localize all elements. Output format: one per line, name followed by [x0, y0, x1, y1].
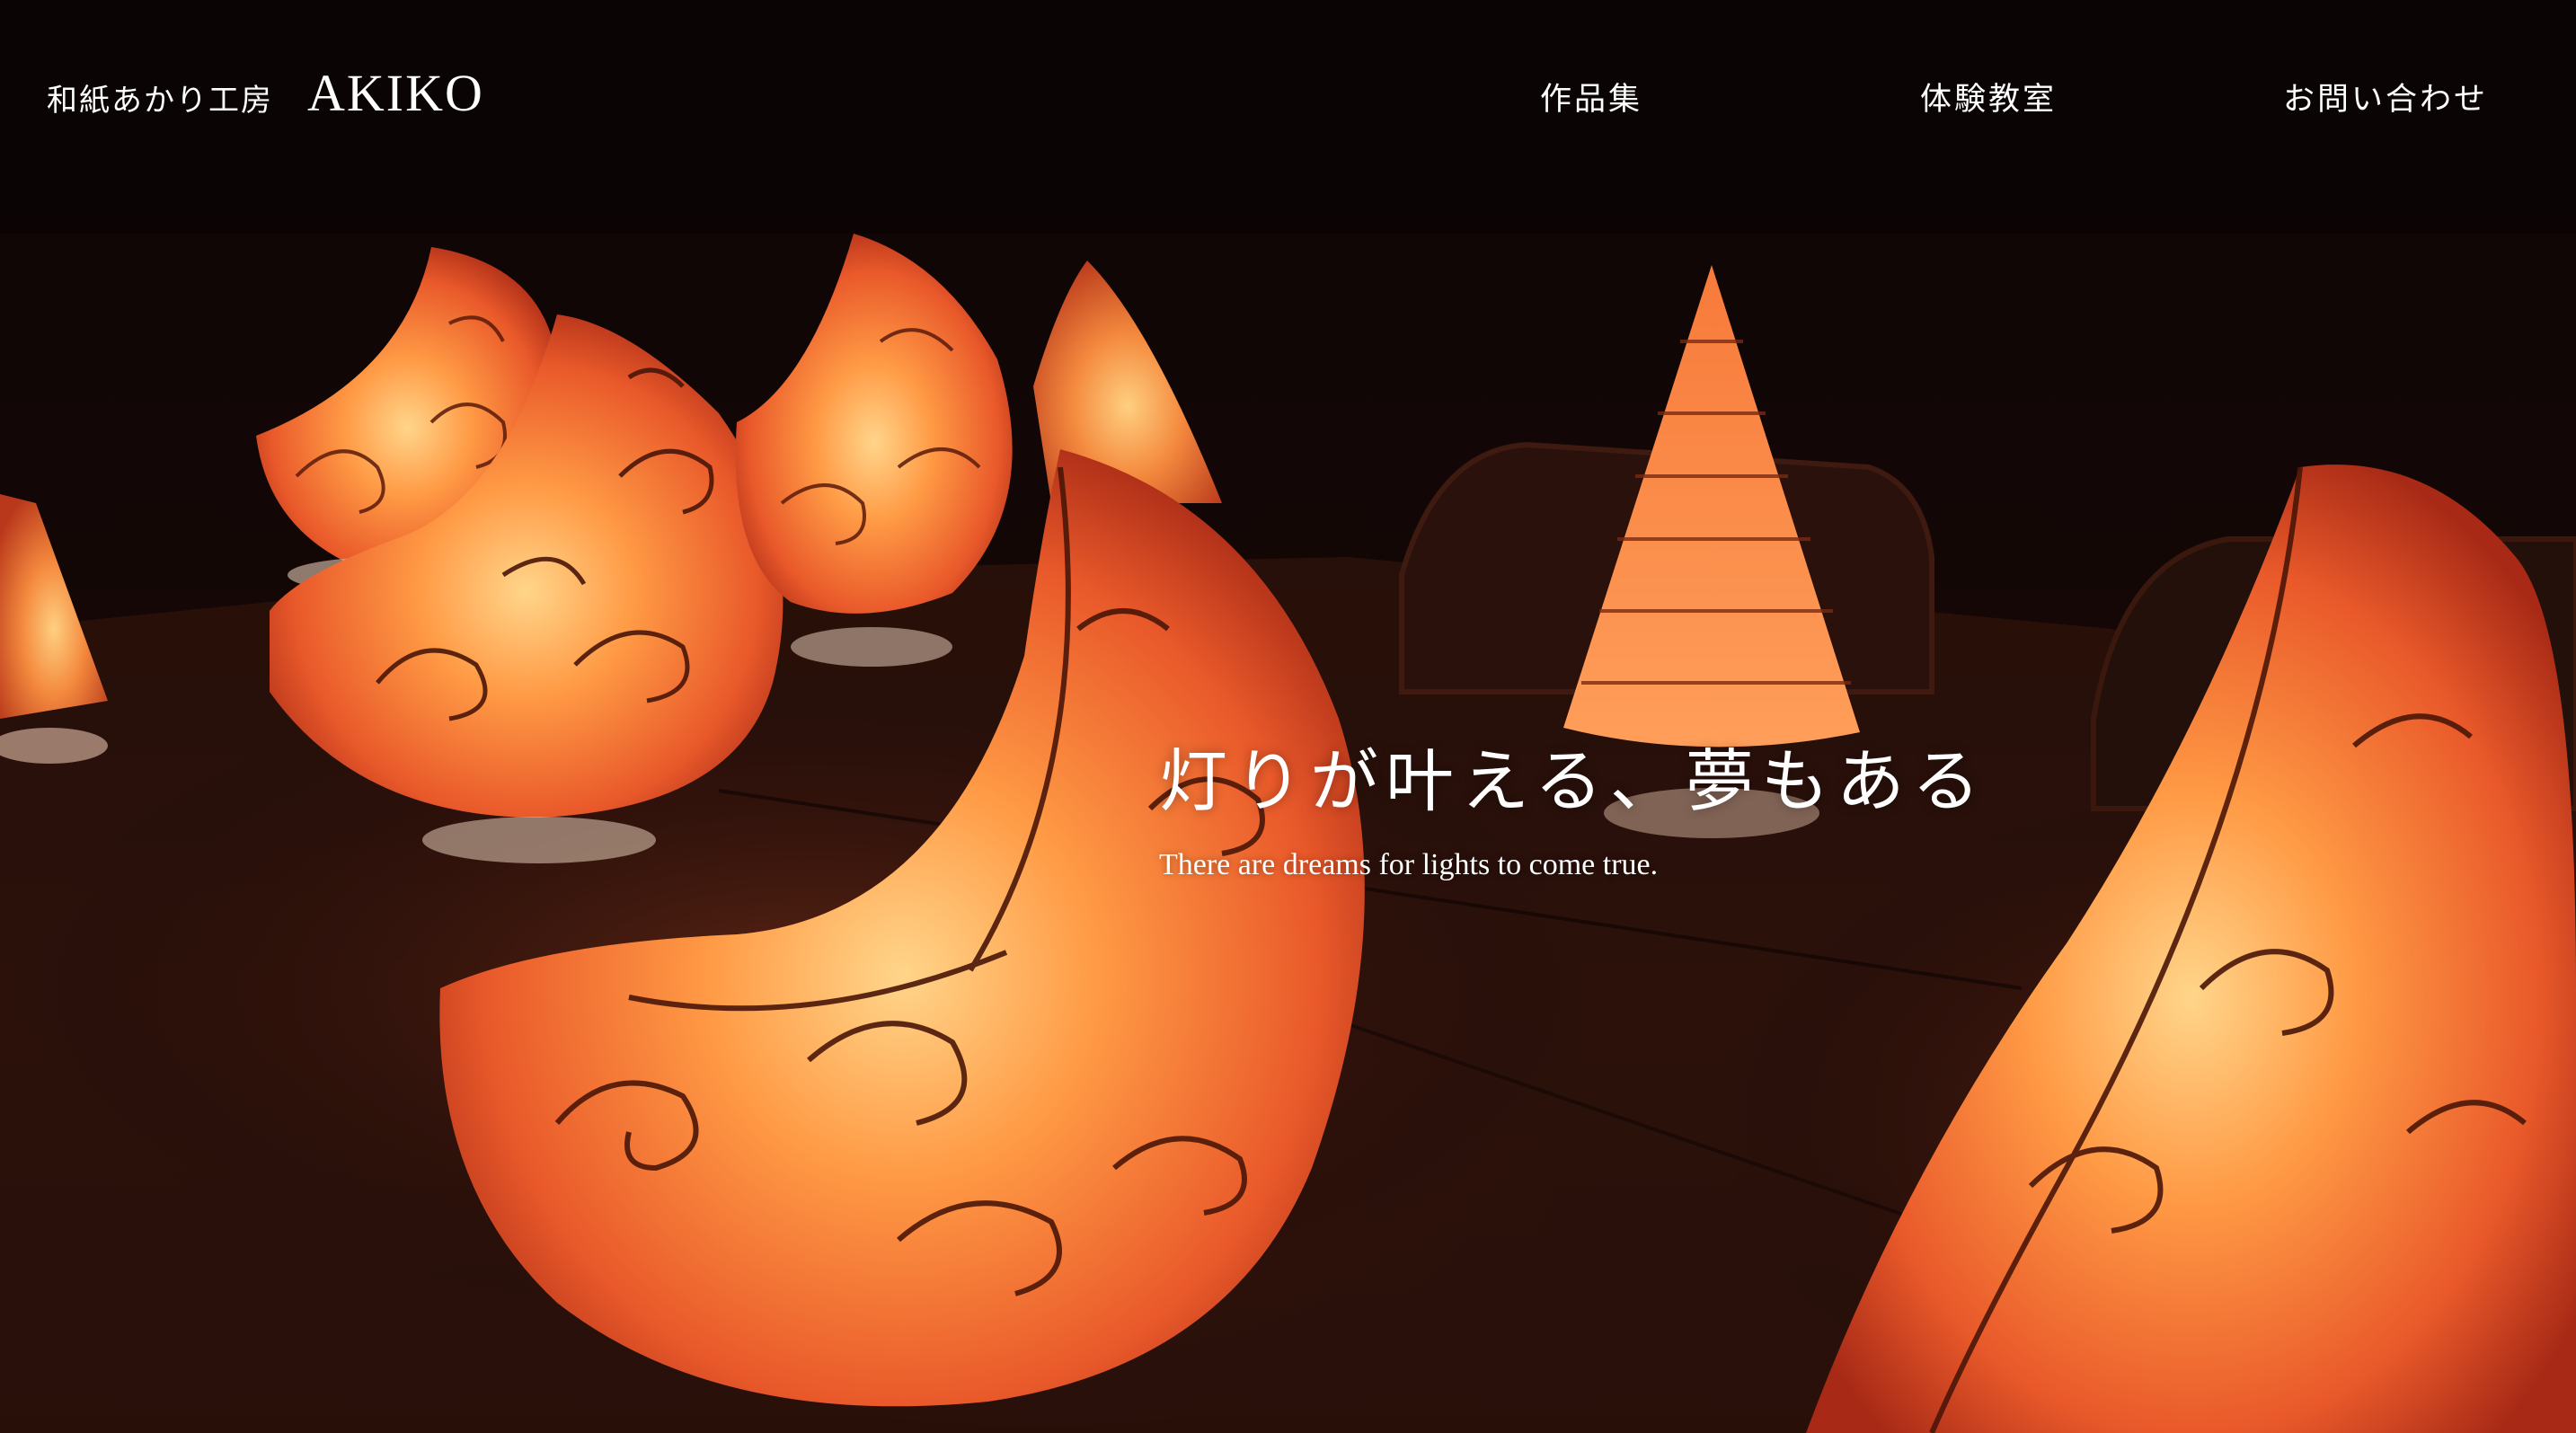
site-header: 和紙あかり工房 AKIKO 作品集 体験教室 お問い合わせ	[0, 0, 2576, 198]
hero-catchcopy: 灯りが叶える、夢もある There are dreams for lights …	[1159, 726, 1987, 882]
hero-background-image	[0, 0, 2576, 1433]
nav-item-experience-class[interactable]: 体験教室	[1920, 74, 2057, 119]
main-nav: 作品集 体験教室 お問い合わせ	[0, 74, 2576, 119]
hero-section	[0, 0, 2576, 1433]
nav-item-contact[interactable]: お問い合わせ	[2283, 74, 2488, 119]
hero-title: 灯りが叶える、夢もある	[1159, 741, 1987, 821]
nav-item-works[interactable]: 作品集	[1540, 74, 1642, 119]
hero-subtitle: There are dreams for lights to come true…	[1159, 848, 1659, 881]
